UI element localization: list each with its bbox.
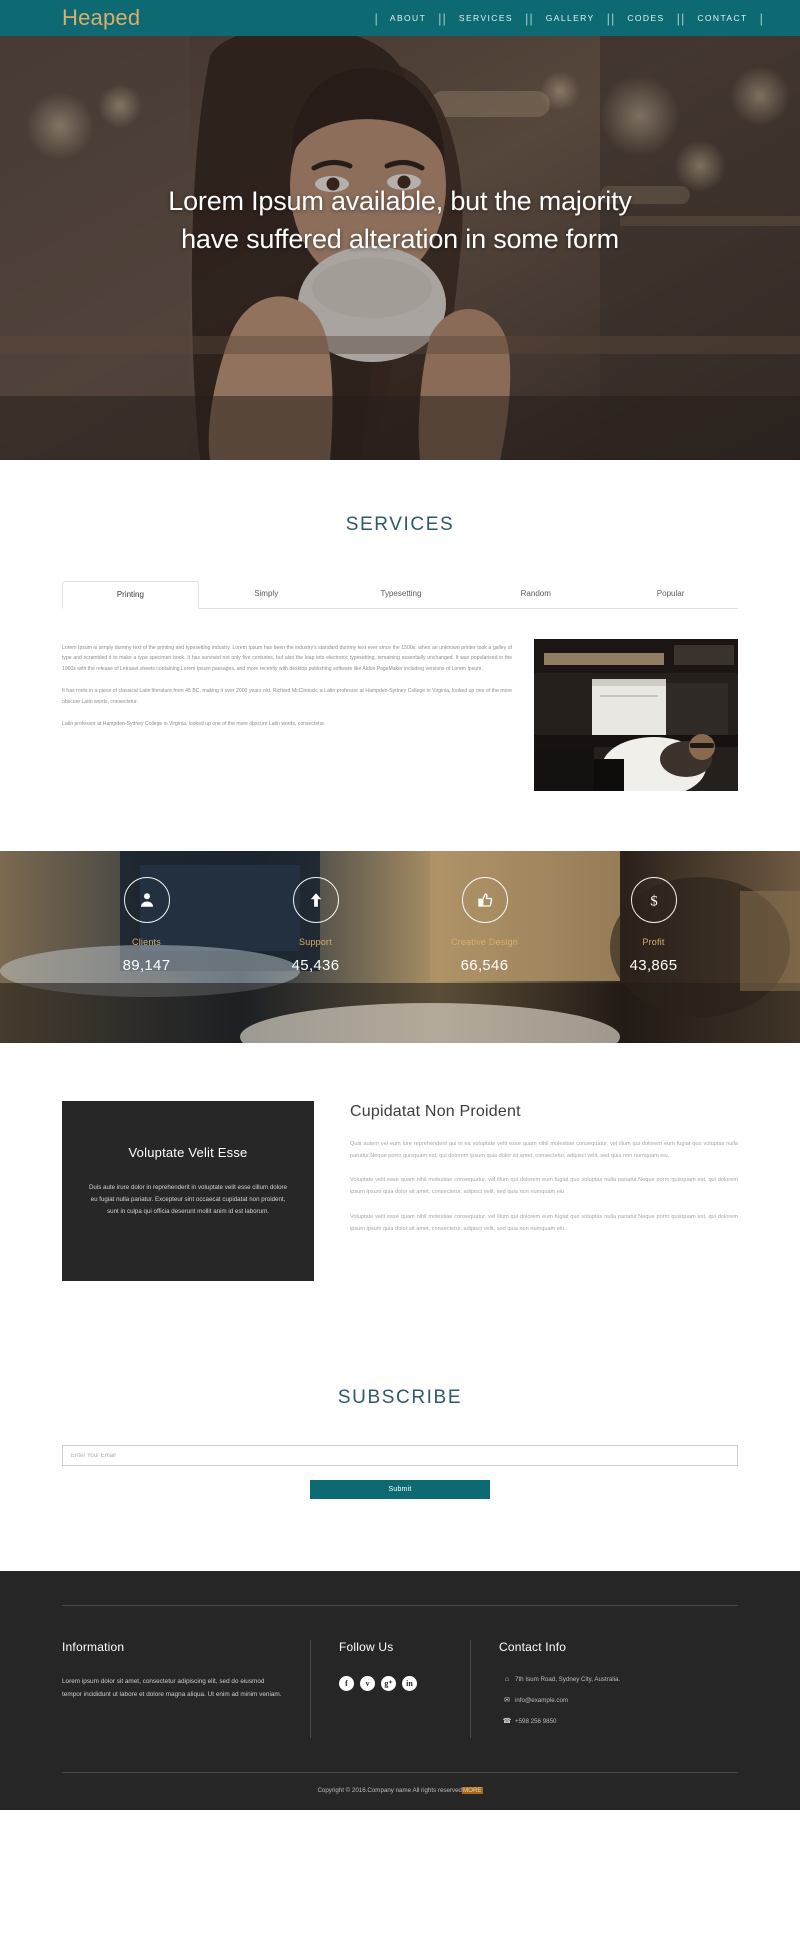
linkedin-icon[interactable]: in [402,1676,417,1691]
office-worker-photo [534,639,738,791]
copyright-highlight[interactable]: MORE [461,1787,483,1794]
stat-item-support: Support 45,436 [231,877,400,1043]
tab-typesetting[interactable]: Typesetting [334,581,469,609]
landing-page: Heaped | ABOUT || SERVICES || GALLERY ||… [0,0,800,1810]
tab-popular[interactable]: Popular [603,581,738,609]
about-paragraph-3: Voluptate velit esse quam nihil molestia… [350,1213,738,1232]
twitter-icon[interactable]: ᴠ [360,1676,375,1691]
contact-email-text[interactable]: info@example.com [515,1697,568,1704]
nav-item-codes[interactable]: CODES [618,13,673,23]
site-footer: Information Lorem ipsum dolor sit amet, … [0,1571,800,1810]
about-paragraph-2: Voluptate velit esse quam nihil molestia… [350,1177,738,1196]
arrow-up-icon [292,877,339,923]
stats-list: Clients 89,147 Support 45,436 Creative D… [0,851,800,1043]
dollar-icon: $ [630,877,677,923]
stat-value: 45,436 [291,957,340,974]
contact-phone-row: ☎ +598 256 9850 [499,1717,712,1726]
submit-button[interactable]: Submit [310,1480,490,1499]
footer-information-column: Information Lorem ipsum dolor sit amet, … [62,1640,310,1738]
social-links: f ᴠ g⁺ in [339,1676,444,1691]
email-input[interactable] [62,1445,738,1466]
site-header: Heaped | ABOUT || SERVICES || GALLERY ||… [0,0,800,36]
hero-headline-line-1: Lorem Ipsum available, but the majority [168,186,632,216]
services-copy: Lorem Ipsum is simply dummy text of the … [62,639,512,742]
about-dark-card: Voluptate Velit Esse Duis aute irure dol… [62,1101,314,1281]
nav-divider: | [374,10,378,26]
nav-item-services[interactable]: SERVICES [450,13,522,23]
services-paragraph-1: Lorem Ipsum is simply dummy text of the … [62,645,512,672]
contact-address-row: ⌂ 7th Isum Road, Sydney City, Australia. [499,1676,712,1683]
phone-icon: ☎ [502,1718,512,1725]
nav-item-gallery[interactable]: GALLERY [537,13,604,23]
home-icon: ⌂ [504,1676,510,1683]
services-section: SERVICES Printing Simply Typesetting Ran… [0,460,800,851]
about-heading: Cupidatat Non Proident [350,1103,521,1120]
footer-information-title: Information [62,1640,125,1654]
stat-value: 66,546 [460,957,509,974]
copyright-bar: Copyright © 2016.Company name All rights… [62,1772,738,1810]
main-navigation: | ABOUT || SERVICES || GALLERY || CODES … [371,11,766,26]
footer-follow-title: Follow Us [339,1640,394,1654]
tab-panel-printing: Lorem Ipsum is simply dummy text of the … [62,639,738,791]
footer-contact-column: Contact Info ⌂ 7th Isum Road, Sydney Cit… [470,1640,738,1738]
nav-divider: || [438,10,447,26]
footer-divider [62,1605,738,1606]
about-section: Voluptate Velit Esse Duis aute irure dol… [0,1043,800,1351]
tab-printing[interactable]: Printing [62,581,199,609]
about-paragraph-1: Quis autem vel eum iure reprehenderit qu… [350,1141,738,1159]
stat-label: Profit [642,937,665,947]
nav-divider: || [524,10,534,26]
footer-follow-column: Follow Us f ᴠ g⁺ in [310,1640,470,1738]
stat-label: Creative Design [450,937,519,947]
subscribe-title: SUBSCRIBE [337,1387,463,1408]
about-card-text: Duis aute irure dolor in reprehenderit i… [88,1184,288,1216]
contact-phone-text: +598 256 9850 [515,1717,557,1725]
copyright-text: Copyright © 2016.Company name All rights… [317,1787,462,1794]
subscribe-section: SUBSCRIBE Submit [0,1351,800,1571]
footer-columns: Information Lorem ipsum dolor sit amet, … [62,1640,738,1772]
stat-item-clients: Clients 89,147 [62,877,231,1043]
nav-divider: || [676,10,686,26]
stat-item-creative-design: Creative Design 66,546 [400,877,569,1043]
facebook-icon[interactable]: f [339,1676,354,1691]
stats-section: Clients 89,147 Support 45,436 Creative D… [0,851,800,1043]
nav-divider: | [759,10,763,26]
contact-address-text: 7th Isum Road, Sydney City, Australia. [515,1676,621,1683]
hero-headline-line-2: have suffered alteration in some form [181,224,619,255]
stat-value: 43,865 [629,957,678,974]
footer-information-text: Lorem ipsum dolor sit amet, consectetur … [62,1678,282,1698]
google-plus-icon[interactable]: g⁺ [381,1676,396,1691]
services-title: SERVICES [345,514,455,535]
stat-label: Clients [132,937,161,947]
site-logo[interactable]: Heaped [62,7,140,29]
nav-item-about[interactable]: ABOUT [381,13,435,23]
tab-random[interactable]: Random [468,581,603,609]
services-paragraph-3: Latin professor at Hampden-Sydney Colleg… [62,721,326,728]
services-paragraph-2: It has roots in a piece of classical Lat… [62,688,512,705]
tab-simply[interactable]: Simply [199,581,334,609]
about-content: Cupidatat Non Proident Quis autem vel eu… [350,1101,738,1281]
about-card-title: Voluptate Velit Esse [128,1145,248,1160]
user-icon [123,877,170,923]
hero-banner: Lorem Ipsum available, but the majority … [0,36,800,460]
services-tabs: Printing Simply Typesetting Random Popul… [62,580,738,609]
stat-label: Support [299,937,332,947]
services-image [534,639,738,791]
footer-contact-title: Contact Info [499,1640,567,1654]
stat-value: 89,147 [122,957,171,974]
nav-item-contact[interactable]: CONTACT [688,13,756,23]
stat-item-profit: $ Profit 43,865 [569,877,738,1043]
envelope-icon: ✉ [504,1697,510,1704]
svg-text:$: $ [650,893,658,909]
hero-headline: Lorem Ipsum available, but the majority … [0,182,800,259]
thumbs-up-icon [461,877,508,923]
nav-divider: || [606,10,616,26]
contact-email-row: ✉ info@example.com [499,1696,712,1705]
